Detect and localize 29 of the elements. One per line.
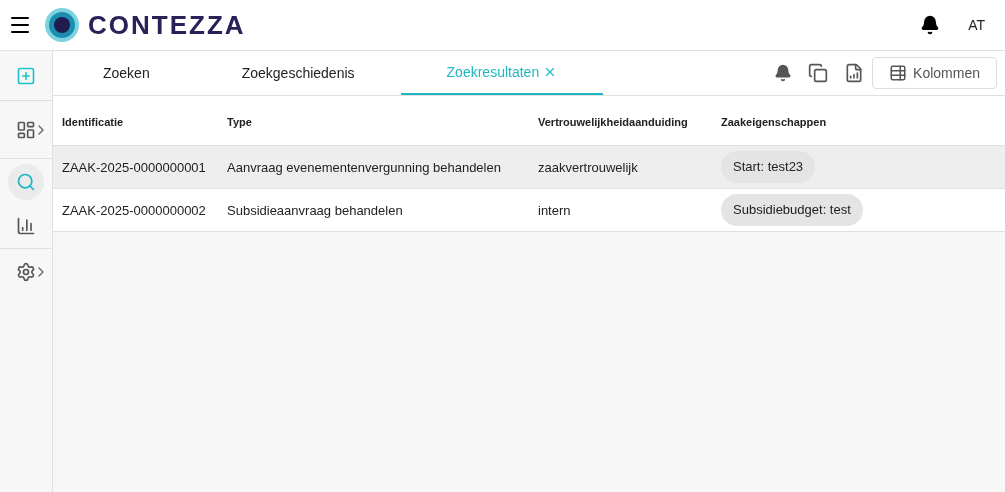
table-cell: Subsidieaanvraag behandelen	[227, 203, 403, 218]
property-chip: Subsidiebudget: test	[721, 194, 863, 226]
user-initials[interactable]: AT	[968, 15, 985, 35]
report-icon[interactable]	[844, 63, 865, 83]
notification-icon[interactable]	[774, 64, 793, 82]
table-row[interactable]: ZAAK-2025-0000000001 Aanvraag evenementenvergunning behandelen zaakvertrouwelijk Start: test23	[53, 146, 1005, 189]
tab[interactable]: Zoekgeschiedenis	[195, 51, 401, 95]
dashboard-icon	[16, 119, 36, 140]
logo-icon	[44, 7, 80, 43]
tab[interactable]: Zoeken	[57, 51, 196, 95]
table-cell: intern	[538, 203, 571, 218]
add-icon	[16, 65, 36, 86]
notification-icon[interactable]	[920, 15, 941, 35]
settings-icon	[16, 261, 36, 282]
table-cell: Aanvraag evenementenvergunning behandelen	[227, 160, 501, 175]
copy-icon[interactable]	[808, 63, 829, 83]
table-edit-icon	[889, 64, 908, 82]
table-cell: ZAAK-2025-0000000002	[62, 203, 206, 218]
table-cell: zaakvertrouwelijk	[538, 160, 638, 175]
column-header: Type	[227, 115, 252, 128]
column-header: Identificatie	[62, 115, 124, 128]
columns-button[interactable]: Kolommen	[872, 57, 997, 89]
search-icon	[16, 171, 36, 192]
column-header: Zaakeigenschappen	[721, 115, 827, 128]
property-chip: Start: test23	[721, 151, 816, 183]
bar-chart-icon	[16, 216, 36, 236]
logo-text: CONTEZZA	[88, 8, 246, 42]
column-header: Vertrouwelijkheidaanduiding	[538, 115, 688, 128]
table-cell: ZAAK-2025-0000000001	[62, 160, 206, 175]
